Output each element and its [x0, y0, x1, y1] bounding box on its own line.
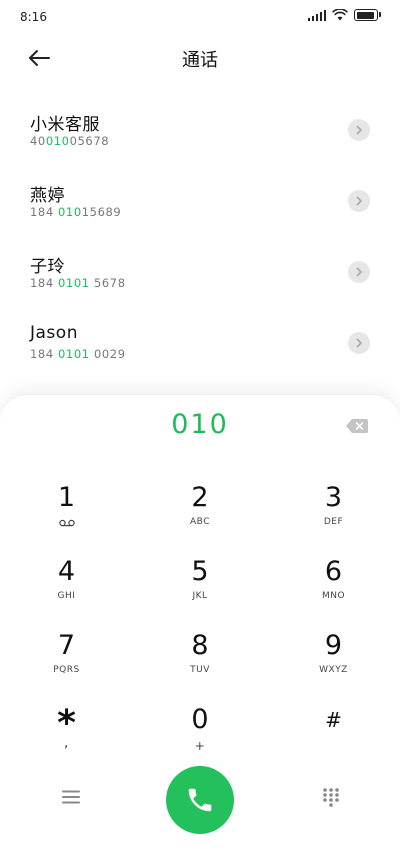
chevron-right-icon	[356, 196, 362, 206]
contact-name: Jason	[30, 323, 78, 343]
key-3[interactable]: 3 DEF	[267, 481, 400, 555]
contact-detail-button[interactable]	[348, 261, 370, 283]
key-7[interactable]: 7 PQRS	[0, 629, 133, 703]
contact-number: 184 01015689	[30, 205, 122, 219]
key-2[interactable]: 2 ABC	[133, 481, 267, 555]
chevron-right-icon	[356, 125, 362, 135]
key-digit: 5	[191, 556, 209, 587]
keypad: 1 2 ABC 3 DEF 4 GHI 5 JKL 6 MNO 7 PQRS 8…	[0, 481, 400, 777]
status-time: 8:16	[20, 10, 47, 24]
typed-number[interactable]: 010	[0, 409, 400, 440]
contact-name: 燕婷	[30, 186, 65, 206]
contact-name: 小米客服	[30, 115, 100, 135]
key-digit: 1	[57, 482, 76, 513]
key-4[interactable]: 4 GHI	[0, 555, 133, 629]
key-digit: 8	[191, 630, 209, 661]
chevron-right-icon	[356, 338, 362, 348]
contact-number: 184 0101 5678	[30, 276, 126, 290]
key-digit: 0	[191, 704, 209, 735]
key-1[interactable]: 1	[0, 481, 133, 555]
key-letters: PQRS	[53, 665, 80, 675]
signal-icon	[307, 9, 326, 21]
battery-icon	[354, 9, 381, 21]
key-digit: 7	[57, 630, 76, 661]
contact-row[interactable]: 小米客服 4001005678	[0, 94, 400, 165]
key-6[interactable]: 6 MNO	[267, 555, 400, 629]
call-button[interactable]	[166, 766, 234, 834]
key-letters: ,	[64, 735, 69, 751]
menu-icon	[62, 790, 80, 804]
phone-icon	[188, 788, 212, 812]
key-9[interactable]: 9 WXYZ	[267, 629, 400, 703]
key-letters: JKL	[192, 591, 208, 601]
bottom-bar	[0, 760, 400, 840]
page-title: 通话	[182, 50, 218, 71]
key-5[interactable]: 5 JKL	[133, 555, 267, 629]
chevron-right-icon	[356, 267, 362, 277]
contact-row[interactable]: Jason 184 0101 0029	[0, 307, 400, 378]
contact-detail-button[interactable]	[348, 190, 370, 212]
key-digit: 2	[191, 482, 209, 513]
voicemail-icon	[0, 519, 133, 527]
contact-number: 184 0101 0029	[30, 347, 126, 361]
key-letters: DEF	[323, 517, 344, 527]
key-letters: +	[194, 739, 206, 753]
backspace-button[interactable]	[344, 417, 370, 435]
dialpad-icon	[323, 788, 339, 807]
status-icons	[307, 9, 381, 21]
contact-row[interactable]: 燕婷 184 01015689	[0, 165, 400, 236]
contact-detail-button[interactable]	[348, 119, 370, 141]
key-digit: 6	[324, 556, 343, 587]
header: 通话	[0, 34, 400, 82]
key-digit: 3	[324, 482, 343, 513]
key-letters: ABC	[190, 517, 210, 527]
wifi-icon	[332, 9, 348, 21]
backspace-icon	[346, 419, 368, 433]
key-letters: MNO	[321, 591, 346, 601]
key-digit: #	[325, 708, 342, 732]
contact-number: 4001005678	[30, 134, 110, 148]
menu-button[interactable]	[56, 782, 86, 812]
key-letters: TUV	[190, 665, 210, 675]
key-8[interactable]: 8 TUV	[133, 629, 267, 703]
contact-row[interactable]: 子玲 184 0101 5678	[0, 236, 400, 307]
key-letters: GHI	[57, 591, 76, 601]
key-digit: 9	[324, 630, 343, 661]
contact-list: 小米客服 4001005678 燕婷 184 01015689 子玲 184 0…	[0, 94, 400, 378]
key-letters: WXYZ	[319, 665, 348, 675]
contact-detail-button[interactable]	[348, 332, 370, 354]
status-bar: 8:16	[0, 0, 400, 34]
keypad-toggle-button[interactable]	[316, 782, 346, 812]
key-digit: 4	[57, 556, 76, 587]
key-letters	[267, 739, 400, 751]
contact-name: 子玲	[30, 257, 65, 277]
